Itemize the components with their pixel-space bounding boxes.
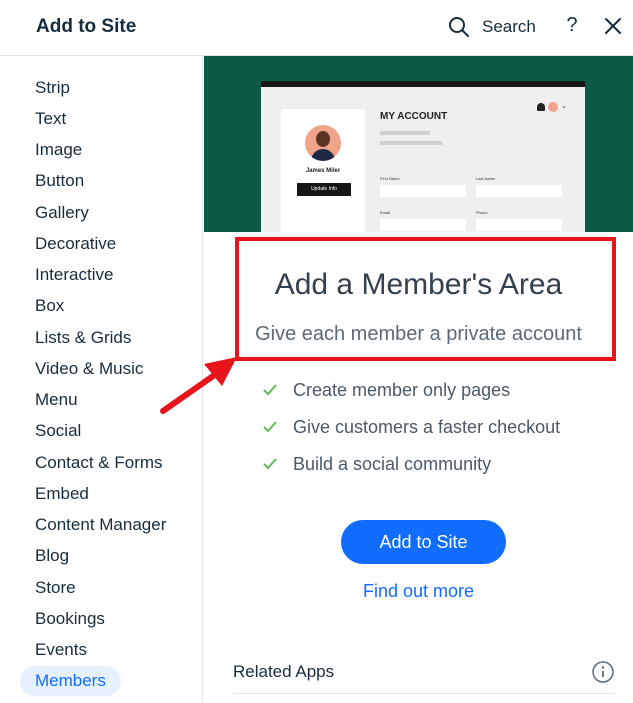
sidebar-item-content-manager[interactable]: Content Manager — [20, 510, 181, 540]
update-info-button: Update Info — [297, 183, 351, 196]
account-header-icons: ⌄ — [537, 102, 567, 112]
account-page-mockup: James Miler Update Info MY ACCOUNT First… — [261, 81, 585, 232]
sidebar-item-strip[interactable]: Strip — [20, 73, 85, 103]
members-area-preview[interactable]: James Miler Update Info MY ACCOUNT First… — [204, 56, 633, 232]
last-name-label: Last Name — [476, 176, 496, 181]
sidebar-item-social[interactable]: Social — [20, 416, 96, 446]
bell-icon — [537, 103, 545, 111]
sidebar-item-events[interactable]: Events — [20, 635, 102, 665]
checkmark-icon — [263, 458, 277, 470]
sidebar-item-bookings[interactable]: Bookings — [20, 604, 120, 634]
placeholder-line — [380, 131, 430, 135]
checkmark-icon — [263, 421, 277, 433]
search-label: Search — [482, 17, 536, 36]
sidebar-item-contact-forms[interactable]: Contact & Forms — [20, 448, 178, 478]
sidebar-item-gallery[interactable]: Gallery — [20, 198, 104, 228]
phone-field — [476, 219, 562, 231]
find-out-more-link[interactable]: Find out more — [204, 581, 633, 602]
sidebar-item-box[interactable]: Box — [20, 291, 79, 321]
panel-title: Add to Site — [36, 16, 137, 37]
sidebar-item-text[interactable]: Text — [20, 104, 81, 134]
placeholder-line — [380, 141, 442, 145]
feature-label: Create member only pages — [293, 380, 511, 400]
highlight-box — [235, 237, 616, 361]
help-button[interactable]: ? — [562, 14, 582, 40]
sidebar-item-interactive[interactable]: Interactive — [20, 260, 128, 290]
sidebar-item-store[interactable]: Store — [20, 573, 91, 603]
sidebar-item-decorative[interactable]: Decorative — [20, 229, 131, 259]
first-name-label: First Name — [380, 176, 400, 181]
related-apps-section[interactable]: Related Apps — [233, 654, 615, 694]
member-name: James Miler — [305, 168, 341, 174]
sidebar-item-lists-grids[interactable]: Lists & Grids — [20, 323, 146, 353]
sidebar-item-button[interactable]: Button — [20, 166, 99, 196]
email-label: Email — [380, 210, 391, 215]
close-icon[interactable] — [601, 14, 625, 38]
sidebar-item-video-music[interactable]: Video & Music — [20, 354, 158, 384]
sidebar-item-menu[interactable]: Menu — [20, 385, 93, 415]
email-field — [380, 219, 466, 231]
avatar — [305, 125, 341, 161]
add-to-site-panel: Add to Site Search ? Strip Text Image Bu… — [0, 0, 633, 703]
search-button[interactable]: Search — [447, 13, 536, 41]
phone-label: Phone — [476, 210, 488, 215]
add-to-site-button[interactable]: Add to Site — [341, 520, 506, 564]
avatar-icon — [548, 102, 558, 112]
members-detail: James Miler Update Info MY ACCOUNT First… — [204, 56, 633, 703]
related-apps-label: Related Apps — [233, 662, 335, 681]
chevron-down-icon: ⌄ — [561, 103, 567, 110]
my-account-title: MY ACCOUNT — [380, 111, 448, 122]
sidebar-item-embed[interactable]: Embed — [20, 479, 104, 509]
feature-label: Give customers a faster checkout — [293, 417, 561, 437]
panel-header: Add to Site Search ? — [0, 0, 633, 56]
first-name-field — [380, 185, 466, 197]
last-name-field — [476, 185, 562, 197]
info-icon[interactable] — [591, 660, 615, 684]
checkmark-icon — [263, 384, 277, 396]
search-icon — [449, 17, 469, 37]
feature-label: Build a social community — [293, 454, 492, 474]
sidebar-item-members[interactable]: Members — [20, 666, 121, 696]
profile-card: James Miler Update Info — [281, 109, 365, 232]
sidebar-item-blog[interactable]: Blog — [20, 541, 84, 571]
sidebar-item-image[interactable]: Image — [20, 135, 97, 165]
category-sidebar: Strip Text Image Button Gallery Decorati… — [0, 56, 203, 703]
